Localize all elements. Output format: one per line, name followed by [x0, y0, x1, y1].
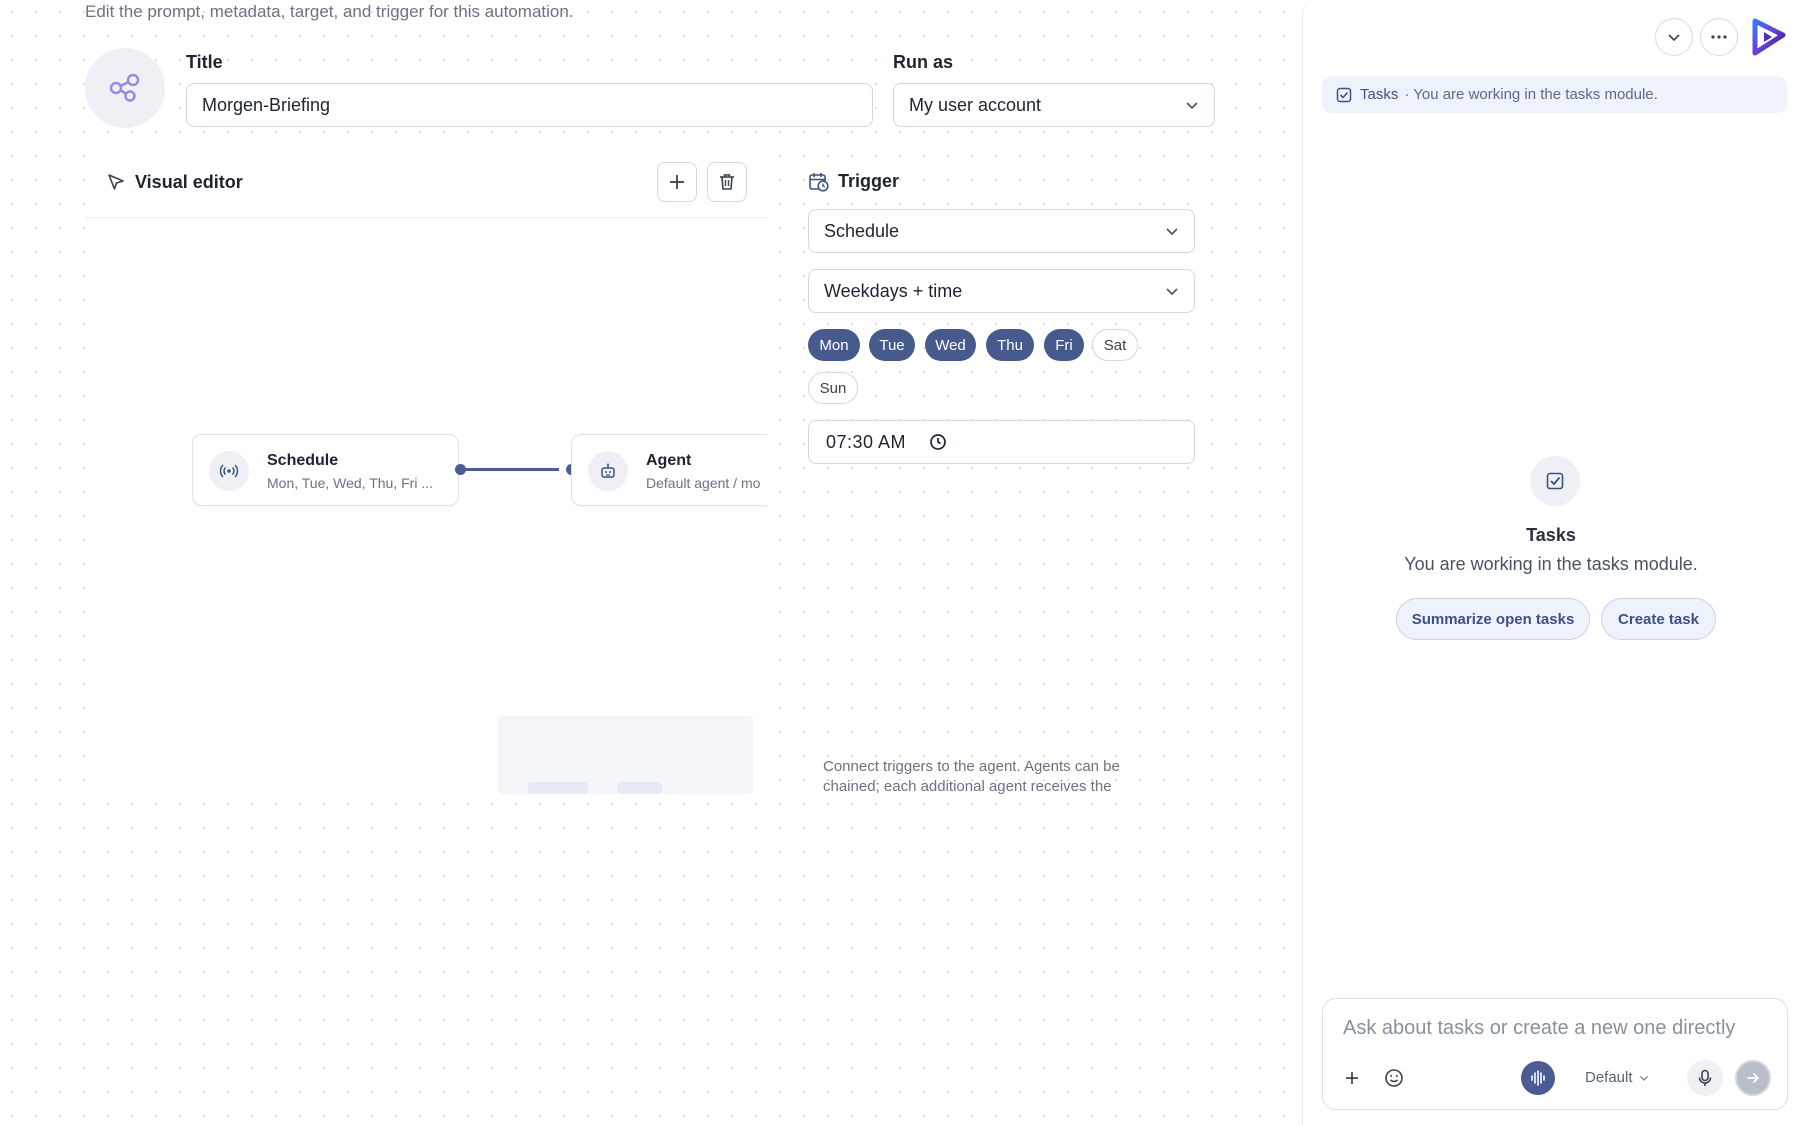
summarize-open-tasks-label: Summarize open tasks [1411, 610, 1575, 628]
day-chip-sat[interactable]: Sat [1092, 329, 1138, 361]
day-chip-label: Wed [935, 336, 966, 354]
title-input-value: Morgen-Briefing [202, 94, 331, 115]
add-node-button[interactable] [657, 162, 697, 202]
schedule-node[interactable]: Schedule Mon, Tue, Wed, Thu, Fri ... [192, 434, 459, 506]
minimap-block [617, 782, 662, 794]
edge-line [465, 468, 559, 471]
clock-icon[interactable] [929, 433, 947, 451]
node-icon-wrap [209, 451, 249, 491]
checkbox-icon [1546, 472, 1564, 490]
summarize-open-tasks-button[interactable]: Summarize open tasks [1396, 598, 1590, 640]
day-chip-label: Sun [819, 379, 847, 397]
app-logo-icon [1752, 18, 1786, 56]
emoji-button[interactable] [1383, 1067, 1405, 1089]
day-chip-label: Thu [997, 336, 1023, 354]
plus-icon [670, 175, 684, 189]
day-chip-fri[interactable]: Fri [1044, 329, 1084, 361]
day-chip-tue[interactable]: Tue [869, 329, 915, 361]
page-subtitle: Edit the prompt, metadata, target, and t… [85, 2, 574, 21]
empty-state-title: Tasks [1526, 525, 1576, 545]
day-chip-label: Sat [1103, 336, 1127, 354]
agent-node-title: Agent [646, 452, 692, 469]
day-chip-label: Fri [1055, 336, 1073, 354]
microphone-icon [1698, 1069, 1712, 1086]
attach-button[interactable] [1341, 1067, 1363, 1089]
run-as-value: My user account [909, 94, 1042, 115]
audio-wave-icon [1531, 1070, 1545, 1086]
trigger-title: Trigger [838, 171, 900, 191]
day-chip-mon[interactable]: Mon [808, 329, 860, 361]
cursor-icon [108, 174, 124, 190]
minimap-block [528, 782, 588, 794]
chat-input[interactable] [1343, 1017, 1773, 1040]
empty-state-subtitle: You are working in the tasks module. [1404, 554, 1698, 574]
trigger-type-value: Schedule [824, 220, 900, 241]
schedule-node-title: Schedule [267, 452, 339, 469]
automation-avatar[interactable] [85, 48, 165, 128]
title-input[interactable]: Morgen-Briefing [186, 83, 873, 127]
chevron-down-icon [1166, 228, 1178, 236]
agent-node[interactable]: Agent Default agent / mo [571, 434, 767, 506]
chat-composer: Default [1322, 998, 1788, 1110]
create-task-label: Create task [1618, 610, 1699, 628]
calendar-clock-icon [809, 173, 829, 192]
broadcast-icon [219, 464, 239, 478]
model-select-value: Default [1585, 1069, 1633, 1086]
checkbox-icon [1336, 87, 1352, 102]
chevron-down-icon [1639, 1075, 1648, 1081]
breadcrumb-text: · You are working in the tasks module. [1404, 86, 1658, 103]
title-label: Title [186, 52, 223, 72]
smiley-icon [1385, 1069, 1403, 1087]
create-task-button[interactable]: Create task [1601, 598, 1716, 640]
node-icon-wrap [588, 451, 628, 491]
day-chip-wed[interactable]: Wed [925, 329, 976, 361]
chevron-down-icon [1668, 34, 1680, 42]
chevron-down-icon [1186, 102, 1198, 110]
more-horizontal-icon [1711, 35, 1727, 39]
schedule-mode-value: Weekdays + time [824, 280, 963, 301]
delete-node-button[interactable] [707, 162, 747, 202]
breadcrumb-module: Tasks [1360, 86, 1399, 103]
agent-node-subtitle: Default agent / mo [646, 475, 761, 491]
day-chip-label: Mon [819, 336, 849, 354]
run-as-label: Run as [893, 52, 954, 72]
visual-editor-header: Visual editor [85, 146, 767, 218]
day-chip-thu[interactable]: Thu [986, 329, 1034, 361]
more-options-button[interactable] [1700, 18, 1738, 56]
chevron-down-icon [1166, 288, 1178, 296]
day-chip-label: Tue [879, 336, 905, 354]
schedule-node-subtitle: Mon, Tue, Wed, Thu, Fri ... [267, 475, 433, 491]
time-value: 07:30 AM [826, 432, 907, 452]
day-chip-sun[interactable]: Sun [808, 372, 858, 404]
share-icon [109, 73, 140, 102]
visual-editor-title: Visual editor [135, 172, 243, 192]
run-as-select[interactable]: My user account [893, 83, 1215, 127]
model-select[interactable]: Default [1585, 1069, 1649, 1086]
context-breadcrumb: Tasks · You are working in the tasks mod… [1322, 76, 1787, 113]
plus-icon [1346, 1072, 1358, 1084]
trash-icon [720, 174, 734, 190]
visual-editor-panel: Visual editor Schedule Mon, Tue, Wed, Th… [85, 146, 767, 794]
trigger-help-text: Connect triggers to the agent. Agents ca… [823, 758, 1120, 795]
collapse-button[interactable] [1655, 18, 1693, 56]
send-button[interactable] [1735, 1060, 1771, 1096]
microphone-button[interactable] [1687, 1060, 1723, 1096]
robot-icon [601, 463, 615, 478]
arrow-right-icon [1747, 1072, 1760, 1084]
schedule-mode-select[interactable]: Weekdays + time [808, 269, 1195, 313]
voice-mode-button[interactable] [1521, 1061, 1555, 1095]
trigger-type-select[interactable]: Schedule [808, 209, 1195, 253]
empty-state-icon-wrap [1530, 456, 1580, 506]
time-input[interactable]: 07:30 AM [808, 420, 1195, 464]
